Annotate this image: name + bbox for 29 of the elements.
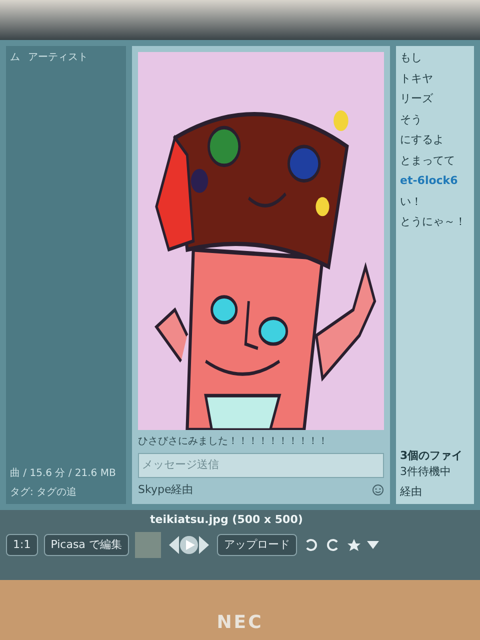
skype-via-label[interactable]: Skype経由: [138, 482, 194, 498]
chat-message: ひさびさにみました！！！！！！！！！！: [138, 435, 329, 449]
chat-line: そう: [400, 112, 423, 128]
play-icon[interactable]: [166, 534, 211, 556]
edit-button[interactable]: Picasa で編集: [44, 534, 129, 556]
chat-line: にするよ: [400, 132, 445, 148]
via-label[interactable]: 経由: [400, 484, 470, 500]
column-header[interactable]: ム: [10, 50, 20, 65]
chat-line: い！: [400, 194, 423, 210]
photo-thumbnail[interactable]: [134, 532, 161, 558]
message-input-field[interactable]: メッセージ送信: [138, 453, 384, 478]
contact-name: et-6lock6: [400, 173, 459, 189]
chat-line: もし: [400, 50, 423, 66]
star-icon[interactable]: [346, 538, 361, 552]
upload-button[interactable]: アップロード: [216, 534, 297, 556]
column-header[interactable]: アーティスト: [28, 50, 88, 65]
chat-line: とうにゃ～！: [400, 214, 467, 230]
tags-label: タグ: タグの追: [10, 486, 78, 500]
chat-line: トキヤ: [400, 70, 434, 86]
brand-logo: NEC: [216, 611, 264, 635]
smiley-icon[interactable]: [372, 484, 384, 496]
chat-line: リーズ: [400, 91, 434, 107]
caret-down-icon[interactable]: [366, 541, 379, 549]
library-summary: 曲 / 15.6 分 / 21.6 MB: [10, 466, 117, 481]
chat-line: とまってて: [400, 152, 456, 168]
image-filename: teikiatsu.jpg (500 x 500): [150, 512, 303, 528]
zoom-button[interactable]: 1:1: [6, 534, 38, 556]
transfer-status: 3件待機中: [400, 464, 452, 480]
file-transfer-title: 3個のファイ: [400, 448, 464, 464]
